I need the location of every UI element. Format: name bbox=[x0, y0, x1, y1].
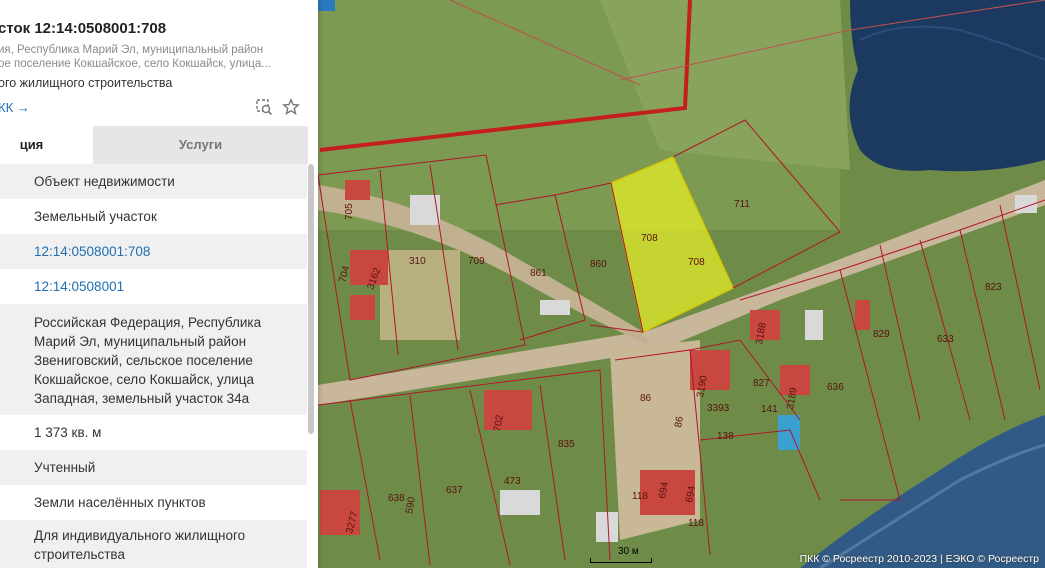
address-line-1: ия, Республика Марий Эл, муниципальный р… bbox=[0, 44, 264, 56]
row-address: Российская Федерация, Республика Марий Э… bbox=[0, 304, 307, 415]
area-value: 1 373 кв. м bbox=[34, 425, 102, 440]
row-status: Учтенный bbox=[0, 450, 307, 485]
object-kind-value: Земельный участок bbox=[34, 209, 157, 224]
plot-label[interactable]: 709 bbox=[468, 256, 485, 267]
plot-label[interactable]: 860 bbox=[590, 259, 607, 270]
plot-label[interactable]: 835 bbox=[558, 439, 575, 450]
plot-label[interactable]: 473 bbox=[504, 476, 521, 487]
plot-label[interactable]: 141 bbox=[761, 404, 778, 415]
panel-scrollbar[interactable] bbox=[308, 164, 314, 434]
row-cadastral-number: 12:14:0508001:708 bbox=[0, 234, 307, 269]
map-copyright: ПКК © Росреестр 2010-2023 | ЕЭКО © Росре… bbox=[799, 553, 1039, 565]
plot-label[interactable]: 86 bbox=[640, 393, 652, 404]
plot-label[interactable]: 633 bbox=[937, 334, 954, 345]
star-icon[interactable] bbox=[282, 98, 300, 116]
cadastral-quarter-link[interactable]: 12:14:0508001 bbox=[34, 279, 124, 294]
full-address-value: Российская Федерация, Республика Марий Э… bbox=[34, 315, 262, 406]
plot-label[interactable]: 705 bbox=[344, 203, 355, 220]
row-land-category: Земли населённых пунктов bbox=[0, 485, 307, 520]
plot-label[interactable]: 823 bbox=[985, 282, 1002, 293]
plot-label[interactable]: 310 bbox=[409, 256, 426, 267]
plot-label[interactable]: 711 bbox=[734, 199, 750, 210]
row-object-kind: Земельный участок bbox=[0, 199, 307, 234]
cadastral-number-link[interactable]: 12:14:0508001:708 bbox=[34, 244, 150, 259]
status-value: Учтенный bbox=[34, 460, 96, 475]
object-type-value: Объект недвижимости bbox=[34, 174, 175, 189]
plot-label[interactable]: 138 bbox=[717, 431, 734, 442]
plot-label[interactable]: 637 bbox=[446, 485, 463, 496]
panel-tabs: ция Услуги bbox=[0, 126, 318, 164]
plot-label[interactable]: 827 bbox=[753, 378, 770, 389]
pkk-link[interactable]: КК → bbox=[0, 100, 30, 115]
tab-info[interactable]: ция bbox=[0, 126, 93, 164]
plot-label[interactable]: 708 bbox=[688, 257, 705, 268]
plot-label[interactable]: 118 bbox=[632, 491, 648, 502]
parcel-info-panel: сток 12:14:0508001:708 ия, Республика Ма… bbox=[0, 0, 318, 568]
plot-label[interactable]: 638 bbox=[388, 493, 405, 504]
plot-label[interactable]: 708 bbox=[641, 233, 658, 244]
land-category-value: Земли населённых пунктов bbox=[34, 495, 206, 510]
plot-label[interactable]: 3393 bbox=[707, 403, 730, 414]
row-area: 1 373 кв. м bbox=[0, 415, 307, 450]
plot-label[interactable]: 861 bbox=[530, 268, 547, 279]
parcel-purpose: ого жилищного строительства bbox=[0, 76, 173, 90]
plot-label[interactable]: 829 bbox=[873, 329, 890, 340]
tab-services[interactable]: Услуги bbox=[93, 126, 308, 164]
zoom-to-object-icon[interactable] bbox=[255, 98, 273, 116]
plot-label[interactable]: 636 bbox=[827, 382, 844, 393]
permitted-use-value: Для индивидуального жилищного строительс… bbox=[34, 528, 246, 562]
row-permitted-use: Для индивидуального жилищного строительс… bbox=[0, 520, 307, 568]
row-object-type: Объект недвижимости bbox=[0, 164, 307, 199]
address-line-2: ое поселение Кокшайское, село Кокшайск, … bbox=[0, 58, 271, 70]
row-cadastral-quarter: 12:14:0508001 bbox=[0, 269, 307, 304]
scale-bar: 30 м bbox=[590, 546, 652, 563]
plot-label[interactable]: 118 bbox=[688, 518, 704, 529]
parcel-title: сток 12:14:0508001:708 bbox=[0, 20, 167, 37]
info-rows: Объект недвижимости Земельный участок 12… bbox=[0, 164, 307, 568]
parcel-address: ия, Республика Марий Эл, муниципальный р… bbox=[0, 43, 271, 71]
panel-header: сток 12:14:0508001:708 ия, Республика Ма… bbox=[0, 0, 318, 125]
scale-label: 30 м bbox=[618, 546, 639, 557]
